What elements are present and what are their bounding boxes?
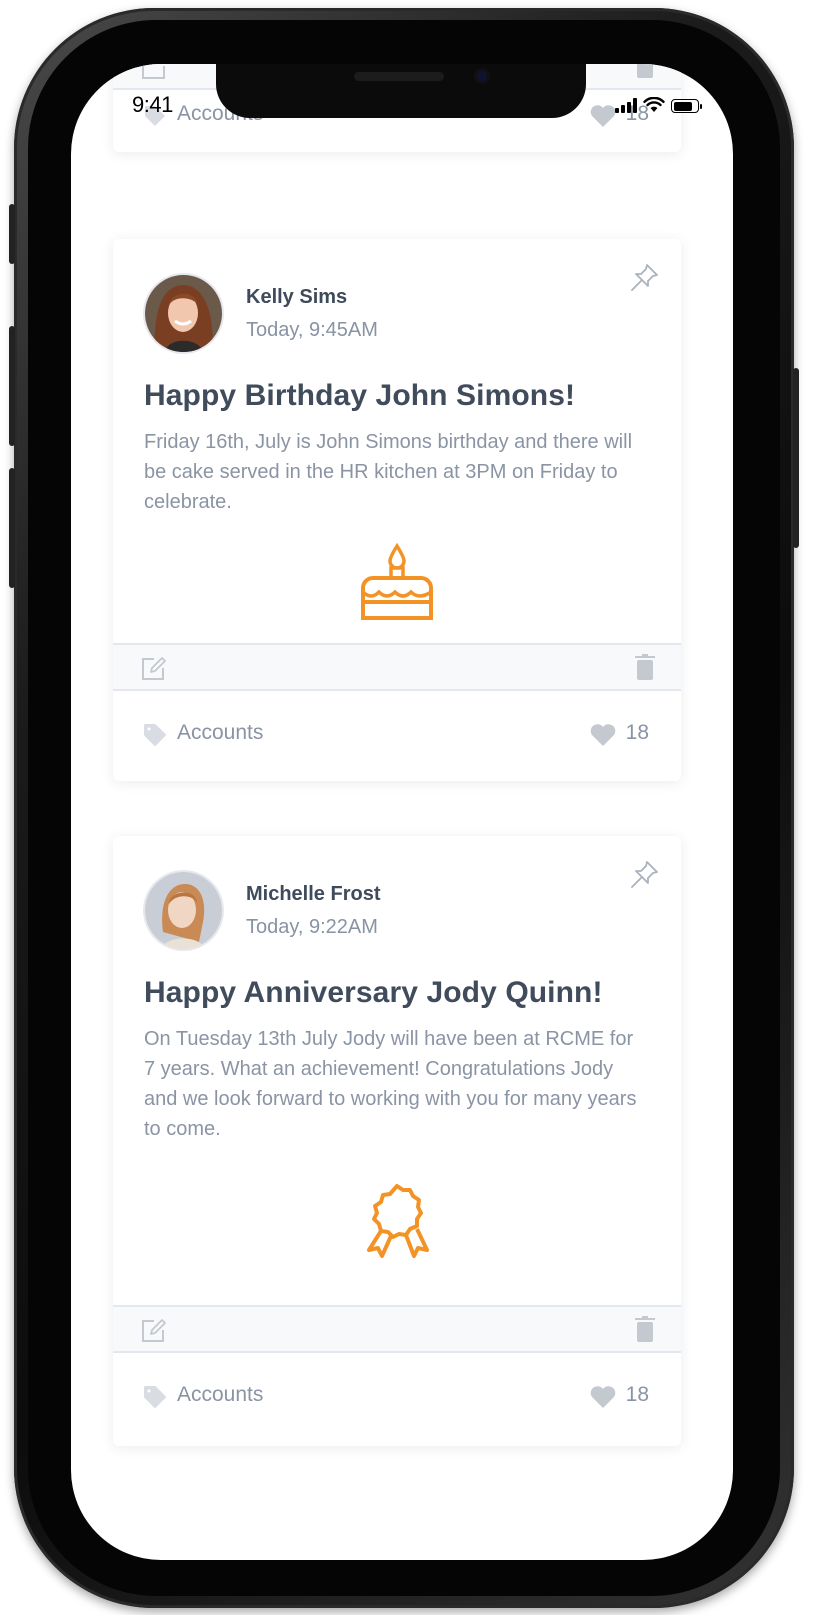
- post-toolbar: [113, 643, 681, 691]
- like-count: 18: [625, 1383, 649, 1406]
- like-count: 18: [625, 721, 649, 744]
- mute-switch: [9, 204, 15, 264]
- post-body: On Tuesday 13th July Jody will have been…: [144, 1028, 637, 1140]
- notch: [216, 64, 586, 118]
- post-card: Michelle Frost Today, 9:22AM Happy Anniv…: [113, 836, 681, 1446]
- post-meta-row: Accounts 18: [113, 715, 681, 755]
- screen: 9:41 Accounts 18 Kelly Sims Today, 9:45A…: [71, 64, 733, 1560]
- post-card: Kelly Sims Today, 9:45AM Happy Birthday …: [113, 239, 681, 781]
- avatar[interactable]: [145, 275, 222, 352]
- post-title: Happy Anniversary Jody Quinn!: [144, 976, 603, 1009]
- heart-icon[interactable]: [589, 1385, 617, 1409]
- author-name[interactable]: Michelle Frost: [246, 883, 380, 906]
- power-button: [793, 368, 799, 548]
- volume-down-button: [9, 468, 15, 588]
- tag-label[interactable]: Accounts: [177, 721, 263, 745]
- post-body: Friday 16th, July is John Simons birthda…: [144, 431, 633, 513]
- tag-icon: [144, 724, 166, 746]
- tag-icon: [144, 1386, 166, 1408]
- status-icons: [615, 97, 702, 113]
- author-name[interactable]: Kelly Sims: [246, 286, 347, 309]
- edit-icon[interactable]: [141, 655, 167, 681]
- birthday-cake-icon: [361, 542, 433, 620]
- post-timestamp: Today, 9:22AM: [246, 916, 378, 938]
- battery-icon: [671, 99, 702, 113]
- front-camera: [474, 68, 490, 84]
- pin-icon[interactable]: [629, 858, 661, 890]
- trash-icon[interactable]: [635, 1316, 655, 1342]
- tag-label[interactable]: Accounts: [177, 1383, 263, 1407]
- trash-icon[interactable]: [635, 654, 655, 680]
- post-title: Happy Birthday John Simons!: [144, 379, 576, 412]
- avatar[interactable]: [145, 872, 222, 949]
- volume-up-button: [9, 326, 15, 446]
- post-toolbar: [113, 1305, 681, 1353]
- edit-icon[interactable]: [141, 1317, 167, 1343]
- pin-icon[interactable]: [629, 261, 661, 293]
- wifi-icon: [643, 97, 665, 112]
- post-timestamp: Today, 9:45AM: [246, 319, 378, 341]
- status-time: 9:41: [132, 92, 173, 117]
- speaker: [354, 72, 444, 81]
- heart-icon[interactable]: [589, 723, 617, 747]
- award-ribbon-icon: [367, 1184, 429, 1258]
- post-meta-row: Accounts 18: [113, 1377, 681, 1417]
- cellular-signal-icon: [615, 97, 637, 113]
